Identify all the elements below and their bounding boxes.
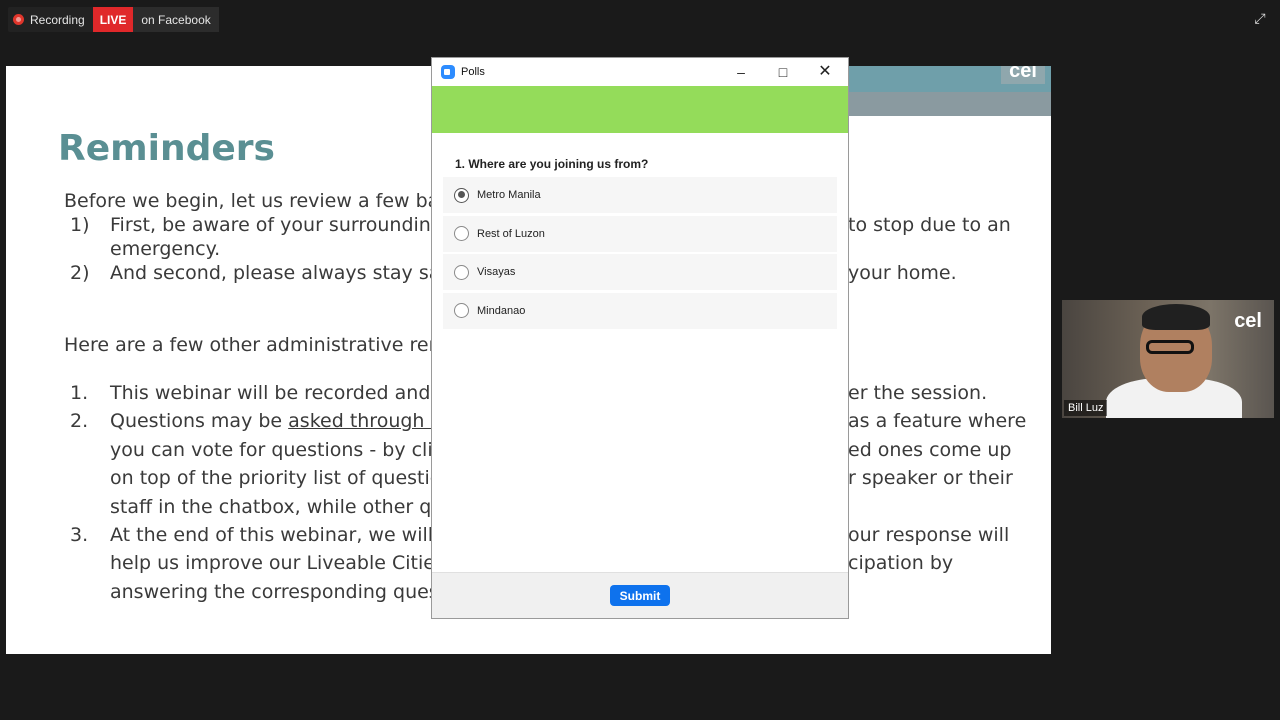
slide-text: answering the corresponding questio	[110, 581, 464, 603]
slide-text: Before we begin, let us review a few bas…	[64, 190, 455, 212]
video-logo: cel	[1234, 310, 1262, 332]
video-tile[interactable]: cel Bill Luz	[1062, 300, 1274, 418]
slide-text: help us improve our Liveable Cities L	[110, 552, 462, 574]
slide-text: emergency.	[110, 238, 221, 260]
poll-option-rest-of-luzon[interactable]: Rest of Luzon	[443, 215, 837, 252]
poll-options: Metro Manila Rest of Luzon Visayas Minda…	[443, 177, 837, 329]
zoom-app-icon	[441, 65, 455, 79]
slide-text: 1.	[70, 382, 89, 404]
slide-text: 2)	[70, 262, 90, 284]
option-label: Mindanao	[477, 304, 526, 317]
slide-text: r speaker or their	[848, 467, 1013, 489]
poll-option-metro-manila[interactable]: Metro Manila	[443, 177, 837, 213]
slide-text: ed ones come up	[848, 439, 1012, 461]
slide-text: cipation by	[848, 552, 954, 574]
option-label: Rest of Luzon	[477, 227, 545, 240]
slide-logo: cel	[1001, 66, 1045, 84]
slide-text: er the session.	[848, 382, 988, 404]
close-button[interactable]: ✕	[804, 58, 846, 86]
poll-option-mindanao[interactable]: Mindanao	[443, 292, 837, 329]
slide-text: 2.	[70, 410, 89, 432]
platform-label: on Facebook	[133, 7, 219, 32]
polls-window: Polls – □ ✕ 1. Where are you joining us …	[431, 57, 849, 619]
slide-text: 1)	[70, 214, 90, 236]
slide-header-band-lower	[848, 92, 1051, 116]
slide-text: as a feature where	[848, 410, 1027, 432]
slide-text: our response will	[848, 524, 1010, 546]
record-icon	[13, 14, 24, 25]
radio-button[interactable]	[454, 303, 469, 318]
slide-text-part: Questions may be	[110, 410, 289, 432]
window-title: Polls	[461, 66, 485, 78]
option-label: Visayas	[477, 266, 516, 278]
poll-header-banner	[432, 86, 848, 133]
participant-name: Bill Luz	[1064, 400, 1108, 416]
minimize-button[interactable]: –	[720, 58, 762, 86]
slide-text: staff in the chatbox, while other ques	[110, 496, 465, 518]
slide-text: Here are a few other administrative remi…	[64, 334, 465, 356]
recording-label: Recording	[30, 12, 85, 27]
window-titlebar[interactable]: Polls – □ ✕	[432, 58, 848, 86]
participant-hair	[1142, 304, 1210, 330]
slide-text: And second, please always stay safe	[110, 262, 459, 284]
maximize-button[interactable]: □	[762, 58, 804, 86]
slide-text: to stop due to an	[848, 214, 1011, 236]
slide-text: At the end of this webinar, we will in	[110, 524, 457, 546]
radio-button[interactable]	[454, 226, 469, 241]
slide-text: you can vote for questions - by clicki	[110, 439, 460, 461]
submit-button[interactable]: Submit	[609, 585, 671, 606]
slide-text: Questions may be asked through the	[110, 410, 462, 432]
option-label: Metro Manila	[477, 189, 541, 201]
live-badge: LIVE	[92, 7, 134, 32]
slide-text: 3.	[70, 524, 89, 546]
radio-button[interactable]	[454, 264, 469, 280]
slide-text: on top of the priority list of questions	[110, 467, 464, 489]
status-bar: Recording LIVE on Facebook	[8, 7, 219, 32]
radio-button[interactable]	[454, 187, 469, 203]
participant-glasses	[1146, 340, 1194, 354]
recording-indicator[interactable]: Recording	[8, 7, 93, 32]
slide-text: First, be aware of your surroundings	[110, 214, 453, 236]
slide-title: Reminders	[58, 128, 275, 169]
exit-fullscreen-icon[interactable]: ⤢	[1252, 10, 1268, 26]
slide-text: your home.	[848, 262, 957, 284]
poll-option-visayas[interactable]: Visayas	[443, 254, 837, 290]
poll-question: 1. Where are you joining us from?	[455, 157, 649, 171]
slide-text: This webinar will be recorded and a	[110, 382, 449, 404]
poll-footer: Submit	[432, 572, 848, 618]
